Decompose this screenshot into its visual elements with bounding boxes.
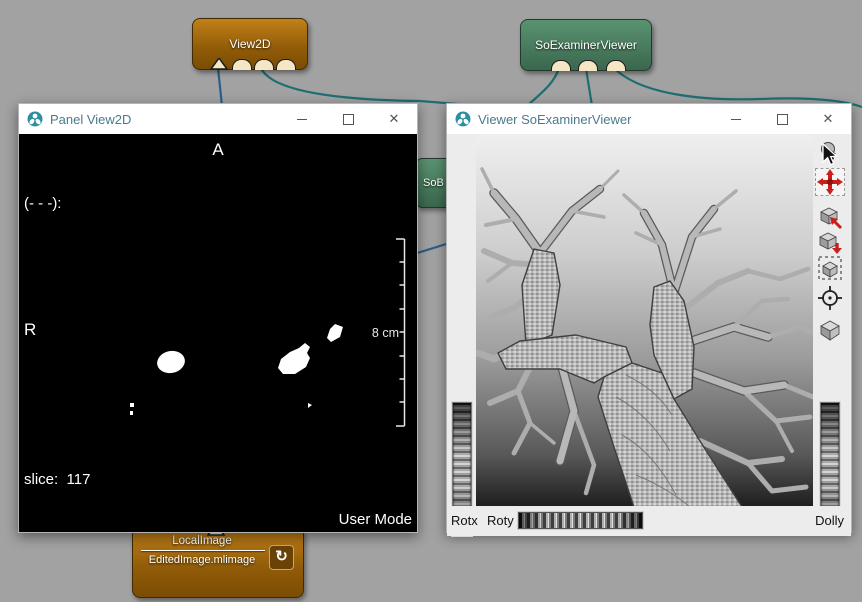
- orientation-top-label: A: [19, 140, 417, 160]
- dolly-label: Dolly: [815, 513, 844, 528]
- camera-type-icon: [817, 317, 843, 343]
- viewer-titlebar[interactable]: Viewer SoExaminerViewer ✕: [447, 104, 851, 134]
- edge-blue-view2d: [218, 68, 222, 106]
- node-view2d-label: View2D: [229, 37, 270, 51]
- connector-icon[interactable]: [551, 60, 571, 71]
- panel-titlebar[interactable]: Panel View2D ✕: [19, 104, 417, 134]
- camera-type-button[interactable]: [815, 316, 845, 344]
- node-localimage-title: LocalImage: [137, 535, 267, 547]
- slice-number: slice: 117: [24, 470, 145, 490]
- window-title: Viewer SoExaminerViewer: [478, 112, 631, 127]
- input-connector-icon[interactable]: [210, 58, 228, 70]
- viewer-soexaminerviewer-window: Viewer SoExaminerViewer ✕: [446, 103, 852, 533]
- maximize-button[interactable]: [759, 104, 805, 134]
- slice-viewport[interactable]: 8 cm A (- - -): R slice: 117 Timepoint: …: [19, 134, 417, 532]
- reload-button[interactable]: ↻: [269, 545, 294, 570]
- node-view2d[interactable]: View2D: [192, 18, 308, 70]
- maximize-icon: [777, 114, 788, 125]
- divider: [141, 550, 265, 551]
- edge-teal-examiner-left: [527, 68, 559, 106]
- ruler-label: 8 cm: [372, 326, 399, 340]
- edge-teal-view2d: [261, 68, 470, 105]
- viewer-bottom-bar: Rotx Roty Dolly: [447, 506, 851, 536]
- orientation-left-label: R: [24, 320, 36, 340]
- minimize-button[interactable]: [713, 104, 759, 134]
- connector-icon[interactable]: [232, 59, 252, 70]
- slice-info-block: slice: 117 Timepoint: 0 240,146,323,1,1 …: [24, 430, 145, 532]
- viewer-body: Rotx Roty Dolly: [447, 134, 851, 532]
- render-viewport[interactable]: [476, 135, 813, 507]
- node-sob-label: SoB: [423, 177, 444, 189]
- mevislab-logo-icon: [455, 111, 471, 127]
- view-all-icon: [817, 229, 843, 255]
- edge-teal-examiner-mid: [586, 68, 592, 106]
- node-soexaminerviewer-label: SoExaminerViewer: [535, 38, 637, 52]
- close-button[interactable]: ✕: [805, 104, 851, 134]
- view-all-button[interactable]: [815, 228, 845, 256]
- view-mode-icon: [817, 169, 843, 195]
- roty-label: Roty: [487, 513, 514, 528]
- rotx-label: Rotx: [451, 513, 478, 528]
- minimize-button[interactable]: [279, 104, 325, 134]
- view-mode-button[interactable]: [815, 168, 845, 196]
- minimize-icon: [731, 119, 741, 120]
- connector-icon[interactable]: [578, 60, 598, 71]
- seek-icon: [817, 204, 843, 230]
- timepoint: Timepoint: 0: [24, 530, 145, 532]
- maximize-button[interactable]: [325, 104, 371, 134]
- connector-icon[interactable]: [276, 59, 296, 70]
- set-center-button[interactable]: [815, 284, 845, 312]
- connector-icon[interactable]: [254, 59, 274, 70]
- mouse-cursor-icon: [822, 143, 840, 167]
- node-localimage-filename: EditedImage.mlimage: [137, 554, 267, 566]
- minimize-icon: [297, 119, 307, 120]
- window-title: Panel View2D: [50, 112, 131, 127]
- node-soexaminerviewer[interactable]: SoExaminerViewer: [520, 19, 652, 71]
- mevislab-logo-icon: [27, 111, 43, 127]
- node-localimage[interactable]: LocalImage EditedImage.mlimage ↻: [132, 527, 304, 598]
- edge-teal-examiner-right: [614, 68, 862, 107]
- user-mode-label: User Mode: [250, 510, 412, 530]
- close-button[interactable]: ✕: [371, 104, 417, 134]
- voxel-value-label: (- - -):: [24, 194, 61, 214]
- set-center-icon: [817, 285, 843, 311]
- mode-info-block: User Mode Scan: LUT C/W: -0.772 / 0.945: [250, 470, 412, 532]
- bronchial-tree-render: [476, 135, 813, 507]
- rot-thumbwheel[interactable]: [518, 512, 643, 529]
- connector-icon[interactable]: [606, 60, 626, 71]
- panel-view2d-window: Panel View2D ✕ 8 cm A (- - -): R slice: …: [18, 103, 418, 533]
- home-icon: [817, 255, 843, 281]
- home-button[interactable]: [815, 254, 845, 282]
- maximize-icon: [343, 114, 354, 125]
- seek-button[interactable]: [815, 203, 845, 231]
